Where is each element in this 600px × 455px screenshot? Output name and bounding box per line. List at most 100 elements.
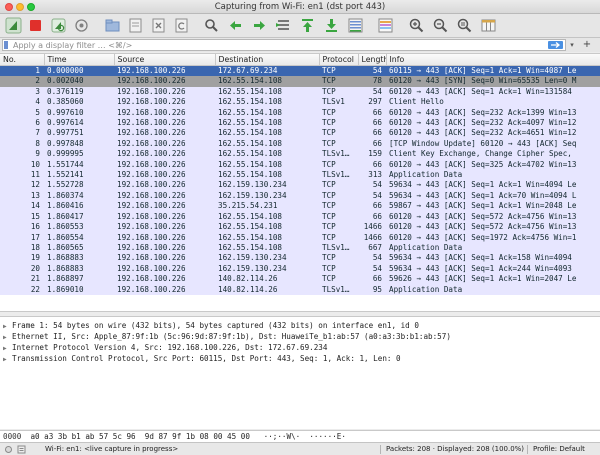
stop-icon[interactable] bbox=[27, 17, 44, 34]
packet-row[interactable]: 3 0.376119 192.168.100.226 162.55.154.108 TC… bbox=[0, 86, 600, 98]
packet-row[interactable]: 17 1.860554 192.168.100.226 162.55.154.108 T… bbox=[0, 232, 600, 243]
capture-comment-icon[interactable] bbox=[17, 445, 26, 454]
packet-source: 192.168.100.226 bbox=[114, 180, 215, 191]
zoom-in-icon[interactable] bbox=[408, 17, 425, 34]
packet-info: 60120 → 443 [ACK] Seq=572 Ack=4756 Win=1… bbox=[386, 222, 600, 233]
packet-row[interactable]: 6 0.997614 192.168.100.226 162.55.154.108 TC… bbox=[0, 118, 600, 129]
column-header-destination[interactable]: Destination bbox=[215, 54, 320, 66]
packet-time: 0.000000 bbox=[44, 65, 114, 77]
colorize-icon[interactable] bbox=[377, 17, 394, 34]
packet-row[interactable]: 2 0.002040 192.168.100.226 162.55.154.108 TC… bbox=[0, 76, 600, 87]
expand-arrow-icon[interactable]: ▶ bbox=[3, 354, 12, 364]
packet-source: 192.168.100.226 bbox=[114, 232, 215, 243]
packet-destination: 162.55.154.108 bbox=[215, 118, 319, 129]
packet-time: 1.868883 bbox=[44, 263, 114, 275]
packet-row[interactable]: 5 0.997610 192.168.100.226 162.55.154.108 TC… bbox=[0, 107, 600, 119]
packet-length: 313 bbox=[358, 170, 386, 181]
packet-time: 1.869010 bbox=[44, 284, 114, 295]
packet-row[interactable]: 1 0.000000 192.168.100.226 172.67.69.234 TCP… bbox=[0, 65, 600, 77]
packet-row[interactable]: 18 1.860565 192.168.100.226 162.55.154.108 T… bbox=[0, 242, 600, 254]
autoscroll-icon[interactable] bbox=[347, 17, 364, 34]
packet-destination: 162.55.154.108 bbox=[215, 97, 319, 108]
expert-info-icon[interactable] bbox=[5, 446, 12, 453]
add-filter-button-icon[interactable]: + bbox=[581, 39, 593, 51]
packet-source: 192.168.100.226 bbox=[114, 86, 215, 98]
packet-source: 192.168.100.226 bbox=[114, 284, 215, 295]
detail-frame-line[interactable]: ▶ Frame 1: 54 bytes on wire (432 bits), 5… bbox=[0, 320, 600, 331]
detail-ethernet-line[interactable]: ▶ Ethernet II, Src: Apple_87:9f:1b (5c:96… bbox=[0, 331, 600, 342]
go-forward-icon[interactable] bbox=[251, 17, 268, 34]
packet-protocol: TLSv1… bbox=[319, 170, 358, 181]
shark-fin-start-icon[interactable] bbox=[5, 17, 22, 34]
detail-tcp-line[interactable]: ▶ Transmission Control Protocol, Src Port… bbox=[0, 353, 600, 364]
packet-row[interactable]: 11 1.552141 192.168.100.226 162.55.154.108 T… bbox=[0, 170, 600, 181]
packet-destination: 162.159.130.234 bbox=[215, 253, 319, 264]
filter-history-dropdown-icon[interactable]: ▾ bbox=[567, 40, 577, 50]
zoom-reset-icon[interactable] bbox=[456, 17, 473, 34]
packet-time: 0.997848 bbox=[44, 138, 114, 150]
packet-source: 192.168.100.226 bbox=[114, 97, 215, 108]
packet-source: 192.168.100.226 bbox=[114, 76, 215, 87]
reload-icon[interactable] bbox=[173, 17, 190, 34]
packet-row[interactable]: 15 1.860417 192.168.100.226 162.55.154.108 T… bbox=[0, 211, 600, 223]
packet-time: 0.997610 bbox=[44, 107, 114, 119]
packet-row[interactable]: 21 1.868897 192.168.100.226 140.82.114.26 TC… bbox=[0, 274, 600, 285]
last-packet-icon[interactable] bbox=[323, 17, 340, 34]
packet-row[interactable]: 13 1.860374 192.168.100.226 162.159.130.234… bbox=[0, 190, 600, 202]
expand-arrow-icon[interactable]: ▶ bbox=[3, 343, 12, 353]
filter-bookmark-icon[interactable] bbox=[4, 41, 8, 49]
column-header-protocol[interactable]: Protocol bbox=[319, 54, 359, 66]
packet-time: 1.551744 bbox=[44, 159, 114, 171]
close-file-icon[interactable] bbox=[150, 17, 167, 34]
packet-protocol: TCP bbox=[319, 253, 358, 264]
restart-icon[interactable] bbox=[50, 17, 67, 34]
save-icon[interactable] bbox=[127, 17, 144, 34]
packet-row[interactable]: 12 1.552728 192.168.100.226 162.159.130.234… bbox=[0, 180, 600, 191]
packet-row[interactable]: 4 0.385060 192.168.100.226 162.55.154.108 TL… bbox=[0, 97, 600, 108]
packet-time: 1.868883 bbox=[44, 253, 114, 264]
packet-row[interactable]: 16 1.860553 192.168.100.226 162.55.154.108 T… bbox=[0, 222, 600, 233]
packet-length: 54 bbox=[358, 180, 386, 191]
minimize-window-button[interactable] bbox=[16, 3, 24, 11]
first-packet-icon[interactable] bbox=[299, 17, 316, 34]
display-filter-input[interactable] bbox=[2, 39, 566, 51]
expand-arrow-icon[interactable]: ▶ bbox=[3, 332, 12, 342]
column-header-source[interactable]: Source bbox=[114, 54, 216, 66]
options-icon[interactable] bbox=[73, 17, 90, 34]
close-window-button[interactable] bbox=[5, 3, 13, 11]
packet-number: 18 bbox=[0, 242, 44, 254]
open-icon[interactable] bbox=[104, 17, 121, 34]
packet-row[interactable]: 14 1.860416 192.168.100.226 35.215.54.231 TC… bbox=[0, 201, 600, 212]
go-back-icon[interactable] bbox=[227, 17, 244, 34]
column-header-info[interactable]: Info bbox=[386, 54, 600, 66]
packet-row[interactable]: 19 1.868883 192.168.100.226 162.159.130.234… bbox=[0, 253, 600, 264]
column-header-no[interactable]: No. bbox=[0, 54, 45, 66]
detail-ip-line[interactable]: ▶ Internet Protocol Version 4, Src: 192.1… bbox=[0, 342, 600, 353]
packet-protocol: TLSv1 bbox=[319, 97, 358, 108]
find-icon[interactable] bbox=[203, 17, 220, 34]
packet-row[interactable]: 20 1.868883 192.168.100.226 162.159.130.234… bbox=[0, 263, 600, 275]
packet-row[interactable]: 22 1.869010 192.168.100.226 140.82.114.26 TL… bbox=[0, 284, 600, 295]
packet-protocol: TCP bbox=[319, 107, 358, 119]
resize-columns-icon[interactable] bbox=[480, 17, 497, 34]
packet-protocol: TCP bbox=[319, 190, 358, 202]
packet-row[interactable]: 9 0.999995 192.168.100.226 162.55.154.108 TL… bbox=[0, 149, 600, 160]
column-header-time[interactable]: Time bbox=[44, 54, 115, 66]
go-to-packet-icon[interactable] bbox=[275, 17, 292, 34]
packet-row[interactable]: 8 0.997848 192.168.100.226 162.55.154.108 TC… bbox=[0, 138, 600, 150]
zoom-window-button[interactable] bbox=[27, 3, 35, 11]
column-header-length[interactable]: Length bbox=[358, 54, 387, 66]
packet-length: 66 bbox=[358, 201, 386, 212]
zoom-out-icon[interactable] bbox=[432, 17, 449, 34]
expand-arrow-icon[interactable]: ▶ bbox=[3, 321, 12, 331]
apply-filter-button[interactable] bbox=[548, 41, 563, 49]
packet-number: 11 bbox=[0, 170, 44, 181]
packet-row[interactable]: 7 0.997751 192.168.100.226 162.55.154.108 TC… bbox=[0, 128, 600, 139]
packet-number: 12 bbox=[0, 180, 44, 191]
packet-bytes-pane[interactable]: 0000 a0 a3 3b b1 ab 57 5c 96 9d 87 9f 1b… bbox=[0, 430, 600, 442]
packet-row[interactable]: 10 1.551744 192.168.100.226 162.55.154.108 T… bbox=[0, 159, 600, 171]
packet-list[interactable]: No. Time Source Destination Protocol Len… bbox=[0, 53, 600, 311]
profile-selector[interactable]: Profile: Default bbox=[533, 443, 585, 455]
packet-protocol: TLSv1… bbox=[319, 284, 358, 295]
packet-info: Application Data bbox=[386, 170, 600, 181]
